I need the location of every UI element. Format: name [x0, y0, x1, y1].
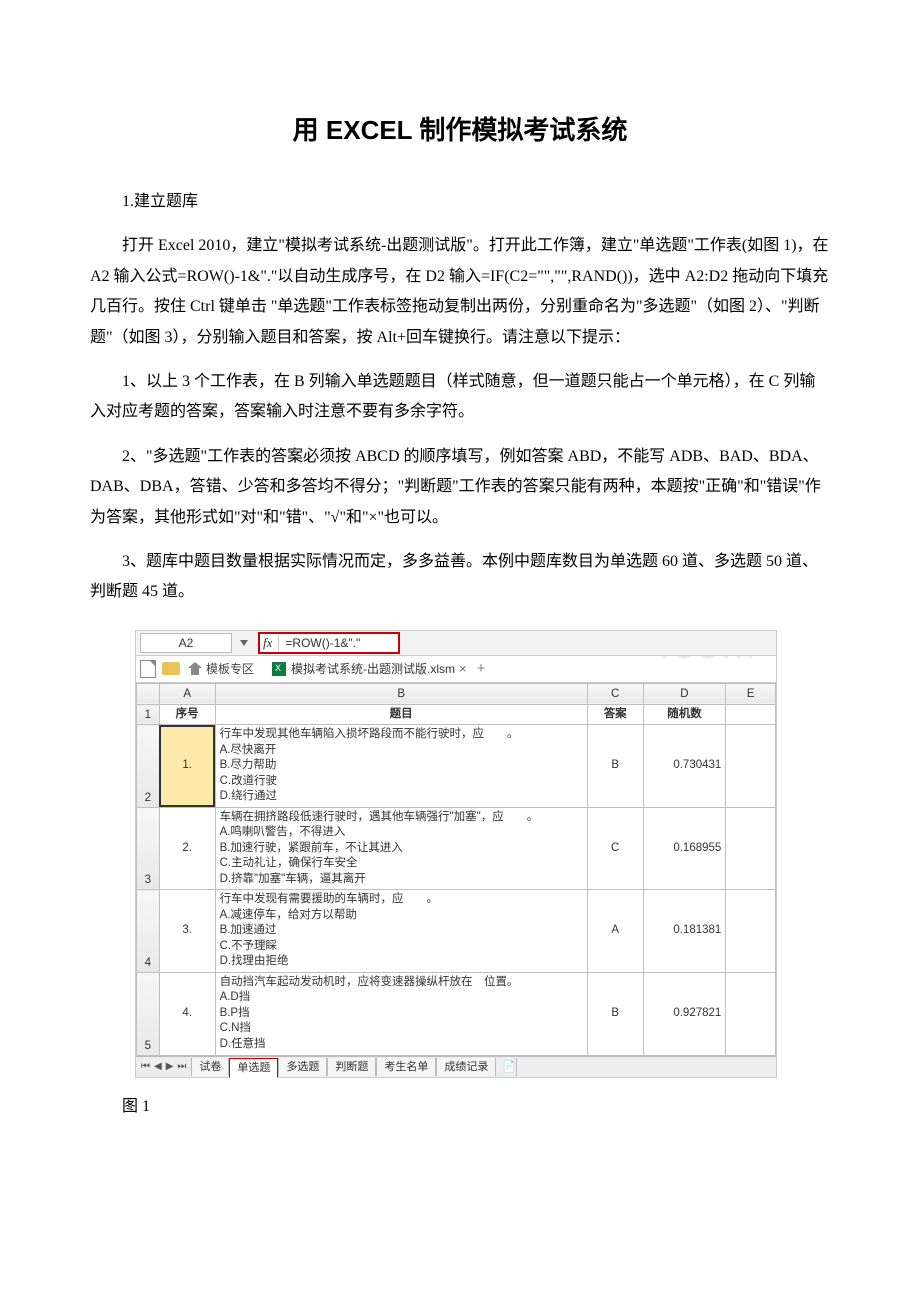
cell-rand[interactable]: 0.181381: [643, 890, 726, 973]
last-sheet-icon[interactable]: ⏭: [177, 1061, 186, 1072]
cell-rand[interactable]: 0.168955: [643, 807, 726, 890]
cell-question[interactable]: 车辆在拥挤路段低速行驶时，遇其他车辆强行"加塞"，应 。 A.鸣喇叭警告，不得进…: [215, 807, 587, 890]
sheet-tab-bar: ⏮ ◀ ▶ ⏭ 试卷单选题多选题判断题考生名单成绩记录 📄: [136, 1056, 776, 1077]
paragraph-1: 打开 Excel 2010，建立"模拟考试系统-出题测试版"。打开此工作簿，建立…: [90, 231, 830, 353]
sheet-tab[interactable]: 多选题: [278, 1058, 327, 1076]
next-sheet-icon[interactable]: ▶: [166, 1061, 174, 1072]
paragraph-2: 1、以上 3 个工作表，在 B 列输入单选题题目（样式随意，但一道题只能占一个单…: [90, 367, 830, 428]
sheet-nav-arrows[interactable]: ⏮ ◀ ▶ ⏭: [136, 1061, 191, 1072]
sheet-tab[interactable]: 试卷: [191, 1058, 229, 1076]
cell-seq[interactable]: 2.: [159, 807, 215, 890]
workbook-file-tab[interactable]: 模拟考试系统-出题测试版.xlsm ×: [272, 660, 471, 677]
paragraph-3: 2、"多选题"工作表的答案必须按 ABCD 的顺序填写，例如答案 ABD，不能写…: [90, 442, 830, 533]
page-title: 用 EXCEL 制作模拟考试系统: [90, 110, 830, 147]
cell-empty[interactable]: [726, 725, 776, 808]
formula-input[interactable]: =ROW()-1&".": [279, 636, 395, 650]
formula-box-highlight: fx =ROW()-1&".": [258, 632, 400, 654]
open-folder-icon[interactable]: [162, 662, 180, 675]
spreadsheet-grid: A B C D E 1 序号 题目 答案 随机数 21.行车中发现其他车辆陷入损…: [136, 683, 776, 1056]
header-cell-E[interactable]: [726, 704, 776, 725]
sheet-tab[interactable]: 考生名单: [376, 1058, 436, 1076]
row-header-1[interactable]: 1: [137, 704, 160, 725]
row-header[interactable]: 3: [137, 807, 160, 890]
column-header-row: A B C D E: [137, 683, 776, 704]
close-tab-icon[interactable]: ×: [459, 661, 467, 676]
template-zone-tab[interactable]: 模板专区: [206, 660, 254, 677]
col-header-B[interactable]: B: [215, 683, 587, 704]
cell-answer[interactable]: A: [587, 890, 643, 973]
cell-answer[interactable]: C: [587, 807, 643, 890]
table-row: 54.自动挡汽车起动发动机时，应将变速器操纵杆放在 位置。 A.D挡 B.P挡 …: [137, 972, 776, 1055]
cell-empty[interactable]: [726, 972, 776, 1055]
workbook-filename: 模拟考试系统-出题测试版.xlsm: [291, 660, 455, 677]
cell-rand[interactable]: 0.730431: [643, 725, 726, 808]
header-cell-seq[interactable]: 序号: [159, 704, 215, 725]
excel-file-icon: [272, 662, 286, 676]
insert-sheet-icon[interactable]: 📄: [502, 1060, 516, 1074]
home-icon[interactable]: [188, 662, 202, 676]
select-all-corner[interactable]: [137, 683, 160, 704]
new-doc-icon[interactable]: [140, 660, 156, 678]
col-header-A[interactable]: A: [159, 683, 215, 704]
workbook-tab-bar: 模板专区 模拟考试系统-出题测试版.xlsm × +: [136, 656, 776, 683]
figure1-caption: 图 1: [90, 1092, 830, 1116]
row-header[interactable]: 2: [137, 725, 160, 808]
formula-bar: A2 fx =ROW()-1&".": [136, 631, 776, 656]
paragraph-4: 3、题库中题目数量根据实际情况而定，多多益善。本例中题库数目为单选题 60 道、…: [90, 547, 830, 608]
prev-sheet-icon[interactable]: ◀: [154, 1061, 162, 1072]
table-header-row: 1 序号 题目 答案 随机数: [137, 704, 776, 725]
header-cell-answer[interactable]: 答案: [587, 704, 643, 725]
table-row: 21.行车中发现其他车辆陷入损坏路段而不能行驶时，应 。 A.尽快离开 B.尽力…: [137, 725, 776, 808]
cell-seq[interactable]: 3.: [159, 890, 215, 973]
sheet-tab[interactable]: 成绩记录: [436, 1058, 496, 1076]
col-header-C[interactable]: C: [587, 683, 643, 704]
cell-rand[interactable]: 0.927821: [643, 972, 726, 1055]
header-cell-question[interactable]: 题目: [215, 704, 587, 725]
cell-empty[interactable]: [726, 807, 776, 890]
cell-empty[interactable]: [726, 890, 776, 973]
cell-seq[interactable]: 1.: [159, 725, 215, 808]
cell-answer[interactable]: B: [587, 725, 643, 808]
header-cell-rand[interactable]: 随机数: [643, 704, 726, 725]
cell-seq[interactable]: 4.: [159, 972, 215, 1055]
sheet-tab[interactable]: 单选题: [229, 1058, 278, 1078]
name-box[interactable]: A2: [140, 633, 232, 653]
col-header-E[interactable]: E: [726, 683, 776, 704]
excel-screenshot-figure1: .com A2 fx =ROW()-1&"." 模板专区 模拟考试系统-出题测试…: [135, 630, 777, 1078]
row-header[interactable]: 4: [137, 890, 160, 973]
cell-answer[interactable]: B: [587, 972, 643, 1055]
table-row: 32.车辆在拥挤路段低速行驶时，遇其他车辆强行"加塞"，应 。 A.鸣喇叭警告，…: [137, 807, 776, 890]
fx-icon[interactable]: fx: [263, 635, 279, 651]
first-sheet-icon[interactable]: ⏮: [141, 1061, 150, 1072]
cell-question[interactable]: 自动挡汽车起动发动机时，应将变速器操纵杆放在 位置。 A.D挡 B.P挡 C.N…: [215, 972, 587, 1055]
col-header-D[interactable]: D: [643, 683, 726, 704]
namebox-dropdown-icon[interactable]: [240, 640, 248, 646]
sheet-tab[interactable]: 判断题: [327, 1058, 376, 1076]
row-header[interactable]: 5: [137, 972, 160, 1055]
cell-question[interactable]: 行车中发现其他车辆陷入损坏路段而不能行驶时，应 。 A.尽快离开 B.尽力帮助 …: [215, 725, 587, 808]
table-row: 43.行车中发现有需要援助的车辆时，应 。 A.减速停车，给对方以帮助 B.加速…: [137, 890, 776, 973]
new-tab-icon[interactable]: +: [477, 660, 486, 677]
cell-question[interactable]: 行车中发现有需要援助的车辆时，应 。 A.减速停车，给对方以帮助 B.加速通过 …: [215, 890, 587, 973]
section-heading-1: 1.建立题库: [90, 187, 830, 217]
